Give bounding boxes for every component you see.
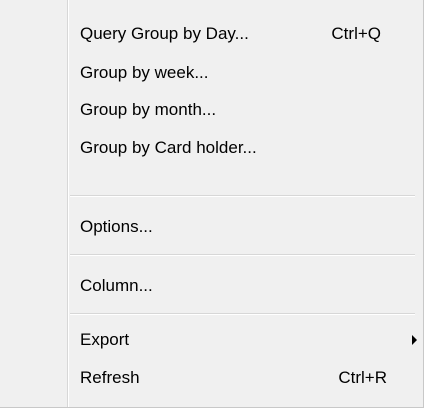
- menu-item-group-by-week[interactable]: Group by week...: [0, 55, 417, 91]
- menu-item-group-by-month[interactable]: Group by month...: [0, 92, 417, 128]
- menu-item-query-group-by-day[interactable]: Query Group by Day... Ctrl+Q: [0, 16, 417, 52]
- menu-item-label: Group by Card holder...: [80, 138, 257, 157]
- menu-item-shortcut: Ctrl+R: [338, 368, 387, 387]
- menu-item-column[interactable]: Column...: [0, 268, 417, 304]
- menu-item-label: Query Group by Day...: [80, 24, 249, 43]
- menu-item-label: Group by month...: [80, 100, 217, 119]
- context-menu: Query Group by Day... Ctrl+Q Group by we…: [0, 0, 424, 408]
- menu-separator: [70, 313, 415, 315]
- menu-item-shortcut: Ctrl+Q: [331, 24, 381, 43]
- menu-item-label: Export: [80, 330, 130, 349]
- menu-item-options[interactable]: Options...: [0, 209, 417, 245]
- menu-separator: [70, 254, 415, 256]
- menu-item-label: Refresh: [80, 368, 140, 387]
- menu-item-label: Options...: [80, 217, 153, 236]
- menu-item-label: Group by week...: [80, 63, 209, 82]
- submenu-arrow-icon: [412, 335, 417, 345]
- menu-item-refresh[interactable]: Refresh Ctrl+R: [0, 360, 417, 396]
- menu-separator: [70, 195, 415, 197]
- menu-item-export[interactable]: Export: [0, 322, 417, 358]
- menu-item-group-by-card-holder[interactable]: Group by Card holder...: [0, 130, 417, 166]
- menu-item-label: Column...: [80, 276, 153, 295]
